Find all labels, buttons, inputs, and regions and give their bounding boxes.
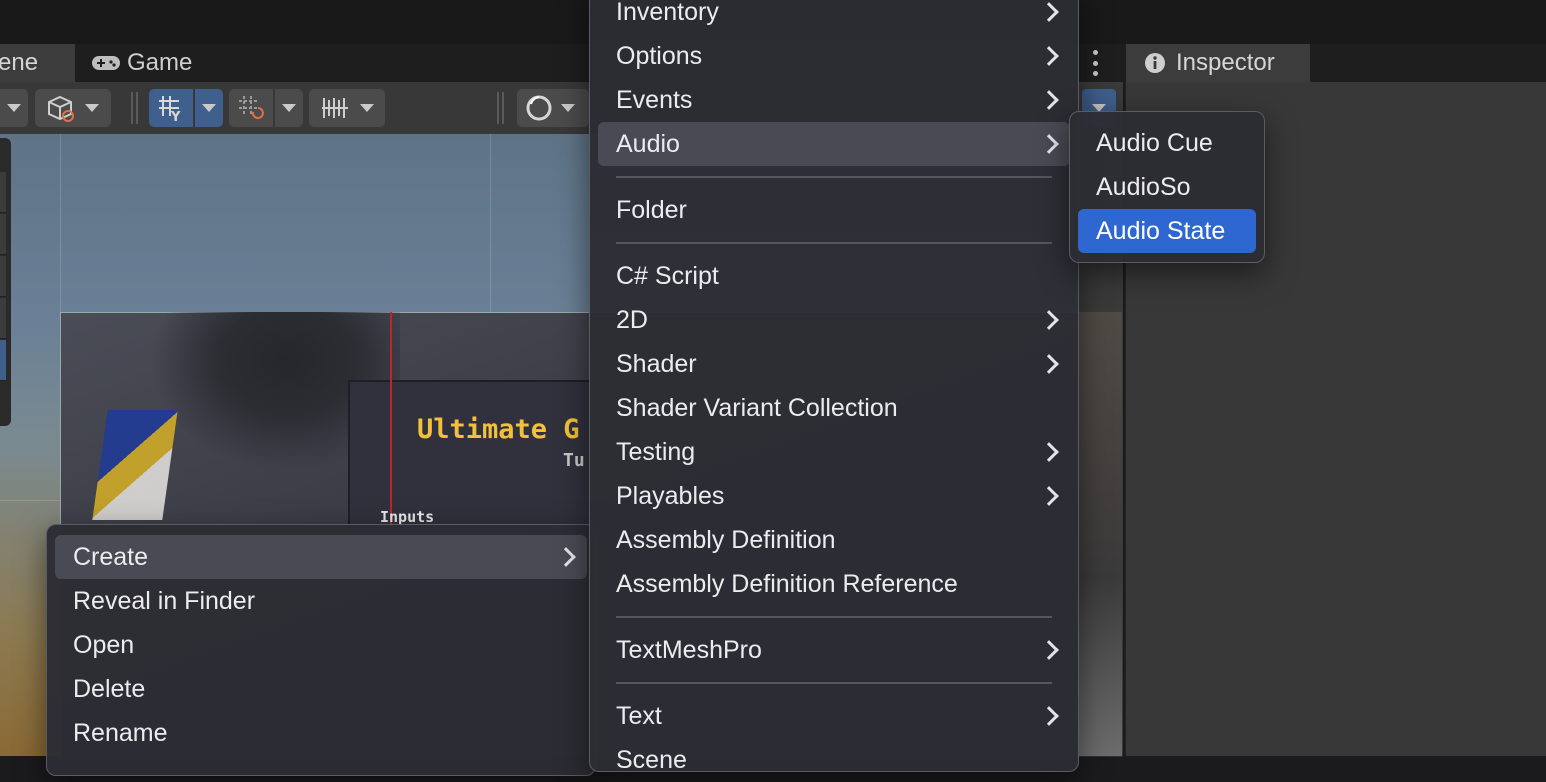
menu-item-label: Shader Variant Collection [616, 393, 898, 422]
chevron-right-icon [1039, 640, 1059, 660]
menu-item-label: 2D [616, 305, 648, 334]
gizmo-dropdown[interactable] [517, 89, 589, 127]
menu-item-label: Assembly Definition [616, 525, 836, 554]
chevron-right-icon [1039, 442, 1059, 462]
gamepad-icon [92, 56, 120, 70]
chevron-right-icon [1039, 90, 1059, 110]
menu-item-folder[interactable]: Folder [598, 188, 1070, 232]
toolbar-separator [131, 92, 138, 124]
menu-item-label: Create [73, 542, 149, 571]
menu-separator [616, 176, 1052, 178]
shading-mode-dropdown[interactable] [35, 89, 111, 127]
tab-scene-label: ene [0, 49, 39, 76]
grid-increment-button[interactable] [229, 89, 273, 127]
menu-item-open[interactable]: Open [55, 623, 587, 667]
chevron-right-icon [1039, 706, 1059, 726]
scene-overlay-toolbar[interactable] [0, 138, 11, 426]
menu-separator [616, 616, 1052, 618]
chevron-right-icon [1039, 46, 1059, 66]
tab-inspector-label: Inspector [1176, 49, 1275, 76]
menu-item-assembly-definition-reference[interactable]: Assembly Definition Reference [598, 562, 1070, 606]
menu-item-label: Events [616, 85, 693, 114]
menu-item-audio-cue[interactable]: Audio Cue [1078, 121, 1256, 165]
more-options-icon[interactable] [1086, 50, 1104, 76]
chevron-right-icon [1039, 134, 1059, 154]
menu-item-label: AudioSo [1096, 172, 1191, 201]
menu-item-shader[interactable]: Shader [598, 342, 1070, 386]
game-title: Ultimate G [417, 414, 580, 445]
tab-game[interactable]: Game [85, 44, 281, 82]
tab-inspector[interactable]: Inspector [1126, 44, 1310, 82]
menu-item-textmeshpro[interactable]: TextMeshPro [598, 628, 1070, 672]
menu-item-reveal-in-finder[interactable]: Reveal in Finder [55, 579, 587, 623]
menu-item-label: Audio State [1096, 216, 1226, 245]
draw-mode-dropdown[interactable] [0, 89, 28, 127]
menu-item-label: Inventory [616, 0, 719, 26]
menu-item-audioso[interactable]: AudioSo [1078, 165, 1256, 209]
menu-item-label: TextMeshPro [616, 635, 762, 664]
menu-item-label: Delete [73, 674, 146, 703]
menu-item-create[interactable]: Create [55, 535, 587, 579]
tab-game-label: Game [127, 49, 193, 76]
svg-text:Y: Y [170, 110, 181, 122]
grid-snap-button[interactable]: Y [149, 89, 193, 127]
menu-item-audio[interactable]: Audio [598, 122, 1070, 166]
menu-item-playables[interactable]: Playables [598, 474, 1070, 518]
shading-cube-icon [48, 95, 74, 122]
gizmo-sphere-icon [526, 95, 552, 121]
menu-item-testing[interactable]: Testing [598, 430, 1070, 474]
menu-item-label: Rename [73, 718, 168, 747]
game-subtitle: Tu [563, 450, 585, 471]
menu-item-2d[interactable]: 2D [598, 298, 1070, 342]
menu-item-label: Assembly Definition Reference [616, 569, 958, 598]
chevron-right-icon [556, 547, 576, 567]
menu-item-label: Testing [616, 437, 696, 466]
context-menu: Create Reveal in Finder Open Delete Rename [46, 524, 596, 776]
menu-item-label: C# Script [616, 261, 719, 290]
grid-ruler-icon [322, 98, 348, 118]
menu-item-audio-state[interactable]: Audio State [1078, 209, 1256, 253]
audio-submenu: Audio Cue AudioSo Audio State [1069, 111, 1265, 263]
menu-item-delete[interactable]: Delete [55, 667, 587, 711]
grid-increment-icon [239, 96, 264, 119]
chevron-right-icon [1039, 310, 1059, 330]
info-icon [1145, 53, 1165, 73]
grid-increment-dropdown[interactable] [275, 89, 303, 127]
grid-snap-icon: Y [159, 96, 181, 122]
menu-item-label: Open [73, 630, 135, 659]
selection-guide-line [390, 312, 392, 526]
chevron-right-icon [1039, 354, 1059, 374]
menu-item-inventory[interactable]: Inventory [598, 0, 1070, 34]
menu-item-events[interactable]: Events [598, 78, 1070, 122]
menu-separator [616, 242, 1052, 244]
menu-item-text[interactable]: Text [598, 694, 1070, 738]
menu-item-label: Folder [616, 195, 687, 224]
menu-item-label: Audio [616, 129, 680, 158]
menu-item-scene[interactable]: Scene [598, 738, 1070, 782]
toolbar-separator [497, 92, 504, 124]
chevron-right-icon [1039, 486, 1059, 506]
create-submenu: Inventory Options Events Audio Folder C# Scri… [589, 0, 1079, 774]
menu-item-assembly-definition[interactable]: Assembly Definition [598, 518, 1070, 562]
menu-item-label: Text [616, 701, 662, 730]
menu-item-label: Audio Cue [1096, 128, 1213, 157]
tab-scene[interactable]: ene [0, 44, 75, 82]
menu-item-label: Playables [616, 481, 725, 510]
menu-item-rename[interactable]: Rename [55, 711, 587, 755]
menu-separator [616, 682, 1052, 684]
menu-item-label: Scene [616, 745, 687, 774]
menu-item-label: Options [616, 41, 703, 70]
scene-view-edge [1078, 312, 1122, 756]
menu-item-c-script[interactable]: C# Script [598, 254, 1070, 298]
menu-item-options[interactable]: Options [598, 34, 1070, 78]
menu-item-label: Shader [616, 349, 697, 378]
chevron-right-icon [1039, 2, 1059, 22]
grid-ruler-dropdown[interactable] [309, 89, 385, 127]
grid-snap-dropdown[interactable] [195, 89, 223, 127]
menu-item-label: Reveal in Finder [73, 586, 256, 615]
menu-item-shader-variant-collection[interactable]: Shader Variant Collection [598, 386, 1070, 430]
